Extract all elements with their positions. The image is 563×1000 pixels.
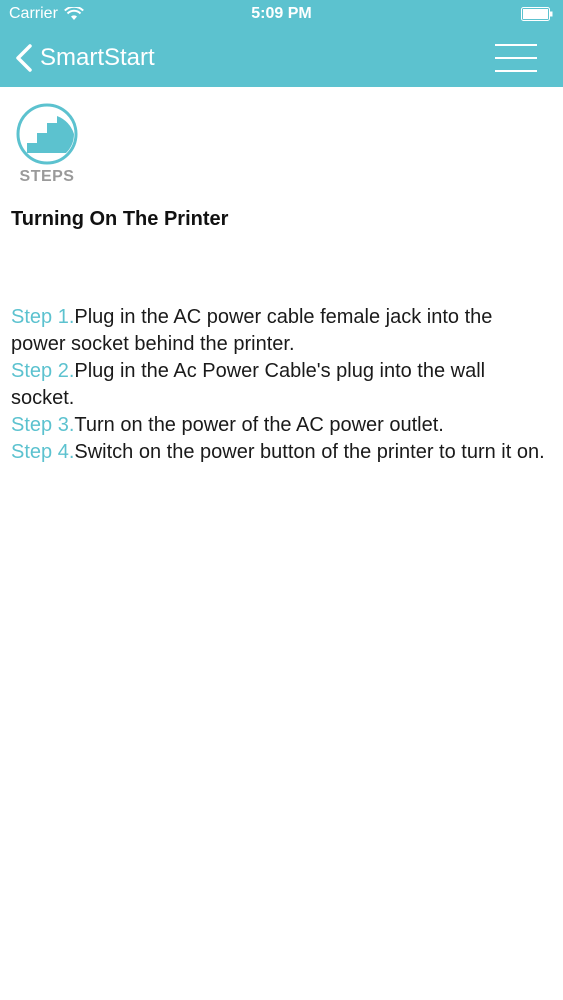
chevron-left-icon xyxy=(16,44,32,72)
nav-bar: SmartStart xyxy=(0,30,563,87)
status-bar: Carrier 5:09 PM xyxy=(0,0,563,30)
main-content: STEPS Turning On The Printer Step 1.Plug… xyxy=(0,87,563,1000)
step-item: Step 4.Switch on the power button of the… xyxy=(11,439,551,466)
back-label: SmartStart xyxy=(40,44,155,71)
menu-line xyxy=(495,44,537,46)
step-number: Step 2. xyxy=(11,360,75,382)
step-item: Step 3.Turn on the power of the AC power… xyxy=(11,412,551,439)
battery-icon xyxy=(521,7,553,21)
step-text: Plug in the AC power cable female jack i… xyxy=(11,306,493,355)
step-number: Step 4. xyxy=(11,441,75,463)
steps-logo: STEPS xyxy=(15,103,79,186)
step-text: Switch on the power button of the printe… xyxy=(74,441,545,463)
step-number: Step 3. xyxy=(11,414,75,436)
step-text: Turn on the power of the AC power outlet… xyxy=(74,414,444,436)
menu-line xyxy=(495,70,537,72)
step-item: Step 1.Plug in the AC power cable female… xyxy=(11,304,551,358)
hamburger-menu-icon[interactable] xyxy=(495,44,537,74)
status-time: 5:09 PM xyxy=(251,5,312,22)
stairs-icon xyxy=(16,103,78,165)
app-header: Carrier 5:09 PM SmartStart xyxy=(0,0,563,87)
page-title: Turning On The Printer xyxy=(11,208,229,230)
steps-logo-label: STEPS xyxy=(19,168,75,185)
step-number: Step 1. xyxy=(11,306,75,328)
back-button[interactable]: SmartStart xyxy=(14,40,155,76)
step-item: Step 2.Plug in the Ac Power Cable's plug… xyxy=(11,358,551,412)
step-text: Plug in the Ac Power Cable's plug into t… xyxy=(11,360,486,409)
steps-list: Step 1.Plug in the AC power cable female… xyxy=(11,304,551,466)
menu-line xyxy=(495,57,537,59)
